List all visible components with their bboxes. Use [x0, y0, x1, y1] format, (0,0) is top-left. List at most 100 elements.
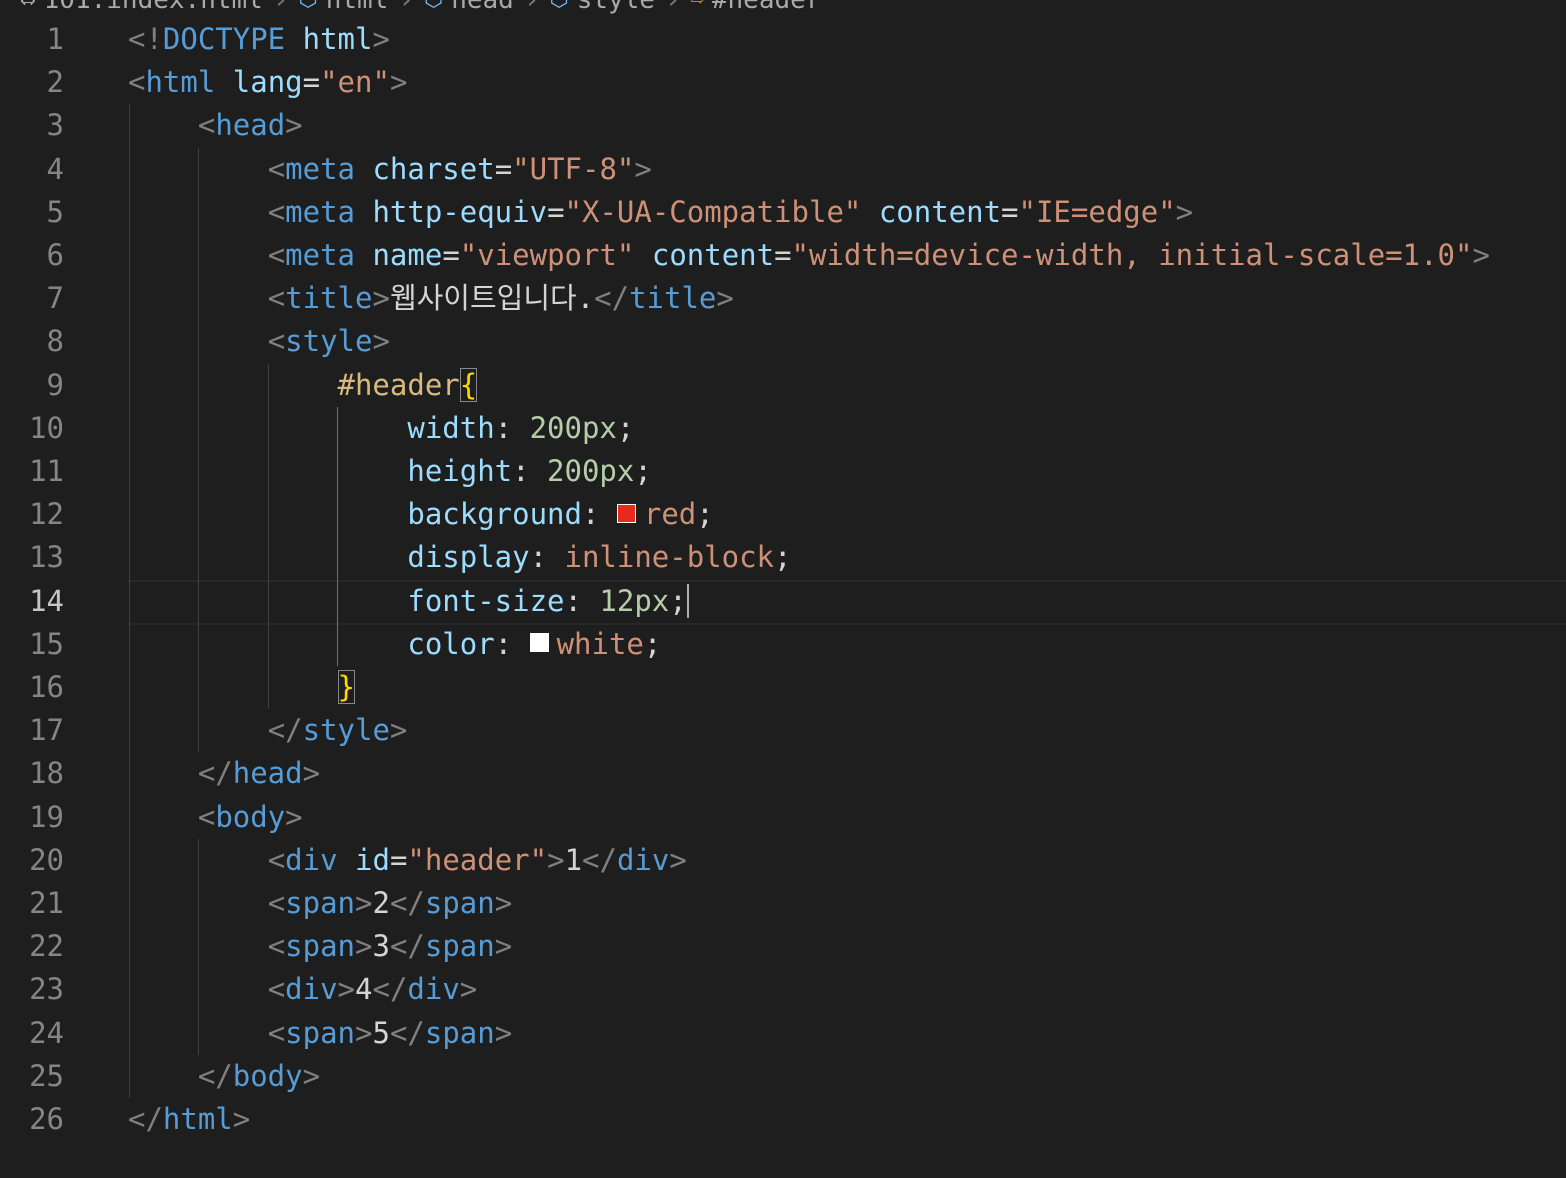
code-line[interactable]: 1 <!DOCTYPE html>	[0, 18, 1566, 61]
code-token: 1	[564, 842, 583, 877]
code-line[interactable]: 19 <body>	[0, 796, 1566, 839]
code-token: name	[372, 238, 443, 272]
code-token: width	[407, 410, 495, 445]
code-token: html	[162, 1102, 233, 1136]
line-code: <span>5</span>	[128, 1012, 512, 1055]
code-token: lang	[232, 65, 303, 100]
code-token: div	[407, 972, 460, 1007]
code-line[interactable]: 26 </html>	[0, 1098, 1566, 1141]
code-line[interactable]: 16 }	[0, 666, 1566, 709]
breadcrumb-item[interactable]: ⬡ head	[424, 0, 514, 14]
code-line[interactable]: 14 font-size: 12px;	[0, 580, 1566, 623]
code-line[interactable]: 6 <meta name="viewport" content="width=d…	[0, 234, 1566, 277]
code-token: >	[634, 151, 652, 186]
code-token: content	[878, 194, 1002, 229]
breadcrumb-item[interactable]: ⬡ html	[298, 0, 388, 14]
code-token: >	[716, 281, 734, 316]
code-token: "UTF-8"	[512, 151, 635, 186]
code-line[interactable]: 11 height: 200px;	[0, 450, 1566, 493]
breadcrumb-label: head	[451, 0, 514, 15]
cube-icon: ⬡	[298, 0, 317, 14]
breadcrumb-item[interactable]: ⇔ 101.index.html	[20, 0, 263, 14]
code-line[interactable]: 3 <head>	[0, 104, 1566, 147]
code-token: "header"	[407, 842, 548, 877]
code-token: >	[232, 1102, 251, 1136]
code-line[interactable]: 25 </body>	[0, 1055, 1566, 1098]
code-token: html	[302, 22, 373, 56]
code-line[interactable]: 9 #header{	[0, 364, 1566, 407]
code-editor[interactable]: ⇔ 101.index.html › ⬡ html › ⬡ head › ⬡ style › ⇨ #hea…	[0, 0, 1566, 1178]
code-token: font-size	[407, 583, 565, 618]
line-number: 9	[46, 367, 64, 402]
code-token: >	[494, 929, 513, 964]
code-line[interactable]: 15 color: white;	[0, 623, 1566, 666]
code-token: =	[389, 842, 408, 877]
code-line[interactable]: 22 <span>3</span>	[0, 925, 1566, 968]
code-token: =	[774, 238, 792, 272]
code-token: "width=device-width, initial-scale=1.0"	[791, 238, 1473, 272]
line-number: 4	[46, 151, 64, 186]
code-token: >	[372, 324, 390, 359]
breadcrumb-label: #header	[711, 0, 822, 15]
line-number: 13	[29, 540, 64, 575]
code-token: title	[629, 281, 717, 316]
line-number: 21	[29, 886, 64, 920]
code-token: <	[267, 972, 286, 1007]
code-token: span	[285, 1015, 355, 1050]
line-number: 23	[29, 972, 64, 1007]
code-token: charset	[372, 151, 495, 186]
code-line[interactable]: 10 width: 200px;	[0, 407, 1566, 450]
code-line[interactable]: 2 <html lang="en">	[0, 61, 1566, 104]
breadcrumb-item[interactable]: ⬡ style	[549, 0, 655, 14]
code-token: span	[424, 886, 495, 920]
code-line[interactable]: 24 <span>5</span>	[0, 1012, 1566, 1055]
code-token: ;	[616, 410, 635, 445]
code-line[interactable]: 17 </style>	[0, 709, 1566, 752]
code-token: meta	[285, 194, 355, 229]
code-token: >	[669, 842, 687, 877]
code-line[interactable]: 20 <div id="header">1</div>	[0, 839, 1566, 882]
code-token: <	[197, 799, 216, 834]
code-line[interactable]: 18 </head>	[0, 752, 1566, 795]
code-line[interactable]: 4 <meta charset="UTF-8">	[0, 148, 1566, 191]
line-code: }	[128, 666, 355, 709]
code-line[interactable]: 7 <title>웹사이트입니다.</title>	[0, 277, 1566, 320]
code-line[interactable]: 8 <style>	[0, 320, 1566, 363]
code-token: content	[651, 238, 775, 272]
color-swatch[interactable]	[616, 503, 636, 523]
code-token: DOCTYPE	[162, 22, 286, 56]
cube-icon: ⬡	[424, 0, 443, 14]
line-number: 25	[29, 1058, 64, 1093]
line-number: 8	[46, 324, 64, 359]
code-line[interactable]: 5 <meta http-equiv="X-UA-Compatible" con…	[0, 191, 1566, 234]
code-token: div	[285, 972, 338, 1007]
code-line[interactable]: 23 <div>4</div>	[0, 968, 1566, 1011]
color-swatch[interactable]	[529, 633, 549, 653]
code-token: 웹사이트입니다.	[389, 281, 595, 316]
code-token: ;	[774, 540, 792, 575]
line-code: <div>4</div>	[128, 968, 478, 1011]
code-token: head	[215, 108, 286, 143]
line-number: 22	[29, 929, 64, 964]
code-line[interactable]: 13 display: inline-block;	[0, 536, 1566, 579]
code-token: }	[337, 670, 355, 704]
code-token: >	[355, 1015, 373, 1050]
breadcrumb-item[interactable]: ⇨ #header	[691, 0, 822, 14]
code-line[interactable]: 21 <span>2</span>	[0, 882, 1566, 925]
code-token: background	[407, 497, 582, 532]
line-number: 12	[29, 497, 64, 532]
code-token: <	[267, 238, 286, 272]
line-code: display: inline-block;	[128, 536, 791, 579]
code-token: div	[616, 842, 670, 877]
code-line[interactable]: 12 background: red;	[0, 493, 1566, 536]
